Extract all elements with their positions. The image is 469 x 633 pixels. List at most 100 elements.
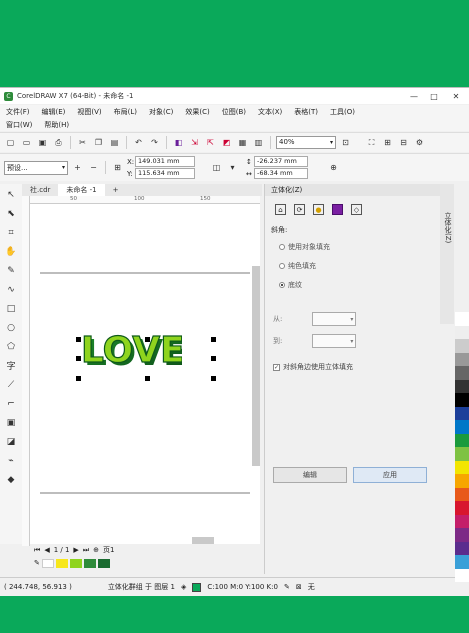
next-page-icon[interactable]: ▶ (73, 546, 78, 554)
extruded-love-artwork[interactable]: LOVE LOVE (48, 325, 216, 383)
menu-layout[interactable]: 布局(L) (108, 107, 143, 117)
zoom-fit-icon[interactable]: ⊡ (339, 136, 352, 149)
extrude-type-dropdown-icon[interactable]: ▾ (226, 161, 239, 174)
menu-file[interactable]: 文件(F) (0, 107, 36, 117)
palette-color-swatch[interactable] (455, 514, 469, 528)
palette-color-swatch[interactable] (455, 339, 469, 353)
save-icon[interactable]: ▣ (36, 136, 49, 149)
maximize-button[interactable]: □ (424, 88, 444, 104)
vanishing-x-field[interactable]: -26.237 mm (254, 156, 308, 167)
selection-handle[interactable] (211, 356, 216, 361)
drop-shadow-tool-icon[interactable]: ▣ (4, 416, 18, 429)
add-icon[interactable]: ⊕ (327, 161, 340, 174)
selection-handle[interactable] (145, 376, 150, 381)
palette-color-swatch[interactable] (455, 379, 469, 393)
paste-icon[interactable]: ▤ (108, 136, 121, 149)
vertical-scrollbar[interactable] (252, 266, 260, 466)
bevel-fill-checkbox-row[interactable]: ✓ 对斜角边使用立体填充 (273, 362, 353, 372)
palette-color-swatch[interactable] (455, 474, 469, 488)
menu-view[interactable]: 视图(V) (71, 107, 107, 117)
pick-tool-icon[interactable]: ↖ (4, 188, 18, 201)
first-page-icon[interactable]: ⏮ (34, 546, 40, 555)
menu-object[interactable]: 对象(C) (143, 107, 179, 117)
palette-color-swatch[interactable] (455, 555, 469, 569)
cut-icon[interactable]: ✂ (76, 136, 89, 149)
palette-color-swatch[interactable] (455, 460, 469, 474)
vanishing-y-field[interactable]: -68.34 mm (254, 168, 308, 179)
fill-color-indicator[interactable] (192, 582, 202, 592)
export-icon[interactable]: ⇱ (204, 136, 217, 149)
menu-effects[interactable]: 效果(C) (179, 107, 215, 117)
selection-handle[interactable] (145, 337, 150, 342)
selection-handle[interactable] (211, 337, 216, 342)
preset-select[interactable]: 预设... (4, 160, 68, 175)
extrude-light-icon[interactable]: ● (313, 204, 324, 215)
menu-help[interactable]: 帮助(H) (38, 120, 75, 130)
palette-swatch[interactable] (69, 558, 82, 568)
menu-edit[interactable]: 编辑(E) (36, 107, 72, 117)
text-tool-icon[interactable]: 字 (4, 359, 18, 372)
palette-color-swatch[interactable] (455, 541, 469, 555)
welcome-screen-icon[interactable]: ▥ (252, 136, 265, 149)
add-preset-icon[interactable]: + (71, 161, 84, 174)
to-color-picker[interactable]: ▾ (312, 334, 357, 348)
redo-icon[interactable]: ↷ (148, 136, 161, 149)
undo-icon[interactable]: ↶ (132, 136, 145, 149)
rulers-toggle-icon[interactable]: ⊞ (381, 136, 394, 149)
palette-color-swatch[interactable] (455, 393, 469, 407)
from-color-picker[interactable]: ▾ (312, 312, 357, 326)
apply-button[interactable]: 应用 (353, 467, 427, 483)
close-button[interactable]: ✕ (446, 88, 466, 104)
options-gear-icon[interactable]: ⚙ (413, 136, 426, 149)
extrude-camera-icon[interactable]: ⌂ (275, 204, 286, 215)
add-page-icon[interactable]: ⊕ (93, 546, 99, 554)
parallel-dimension-icon[interactable]: ⟋ (4, 378, 18, 391)
radio-button[interactable] (279, 244, 285, 250)
new-document-icon[interactable]: ▢ (4, 136, 17, 149)
radio-use-object-fill[interactable]: 使用对象填充 (279, 242, 330, 252)
search-content-icon[interactable]: ◧ (172, 136, 185, 149)
extrude-type-icon[interactable]: ◫ (210, 161, 223, 174)
radio-button[interactable] (279, 263, 285, 269)
palette-swatch[interactable] (41, 558, 54, 568)
open-icon[interactable]: ▭ (20, 136, 33, 149)
add-tab-icon[interactable]: + (105, 184, 127, 196)
menu-text[interactable]: 文本(X) (252, 107, 288, 117)
prev-page-icon[interactable]: ◀ (44, 546, 49, 554)
remove-preset-icon[interactable]: − (87, 161, 100, 174)
eyedropper-tool-icon[interactable]: ⌁ (4, 454, 18, 467)
palette-swatch[interactable] (55, 558, 68, 568)
menu-window[interactable]: 窗口(W) (0, 120, 38, 130)
extrude-bevel-icon[interactable]: ◇ (351, 204, 362, 215)
radio-texture-fill[interactable]: 底纹 (279, 280, 302, 290)
interactive-fill-icon[interactable]: ◆ (4, 473, 18, 486)
print-icon[interactable]: ⎙ (52, 136, 65, 149)
radio-solid-fill[interactable]: 纯色填充 (279, 261, 316, 271)
palette-swatch[interactable] (83, 558, 96, 568)
transparency-tool-icon[interactable]: ◪ (4, 435, 18, 448)
palette-color-swatch[interactable] (455, 406, 469, 420)
minimize-button[interactable]: — (404, 88, 424, 104)
selection-handle[interactable] (76, 376, 81, 381)
palette-color-swatch[interactable] (455, 528, 469, 542)
palette-color-swatch[interactable] (455, 352, 469, 366)
pan-tool-icon[interactable]: ✋ (4, 245, 18, 258)
palette-color-swatch[interactable] (455, 447, 469, 461)
bevel-fill-checkbox[interactable]: ✓ (273, 363, 280, 371)
extrude-rotate-icon[interactable]: ⟳ (294, 204, 305, 215)
tab-document-2[interactable]: 未命名 -1 (58, 184, 105, 196)
tab-document-1[interactable]: 社.cdr (22, 184, 58, 196)
eyedropper-icon[interactable]: ✎ (34, 559, 40, 567)
full-screen-icon[interactable]: ⛶ (365, 136, 378, 149)
palette-color-swatch[interactable] (455, 420, 469, 434)
crop-tool-icon[interactable]: ⌗ (4, 226, 18, 239)
page-name-label[interactable]: 页1 (103, 545, 114, 555)
selection-handle[interactable] (76, 356, 81, 361)
y-position-field[interactable]: 115.634 mm (135, 168, 195, 179)
menu-table[interactable]: 表格(T) (288, 107, 324, 117)
publish-pdf-icon[interactable]: ◩ (220, 136, 233, 149)
polygon-tool-icon[interactable]: ⬠ (4, 340, 18, 353)
palette-color-swatch[interactable] (455, 487, 469, 501)
selection-handle[interactable] (211, 376, 216, 381)
palette-color-swatch[interactable] (455, 501, 469, 515)
